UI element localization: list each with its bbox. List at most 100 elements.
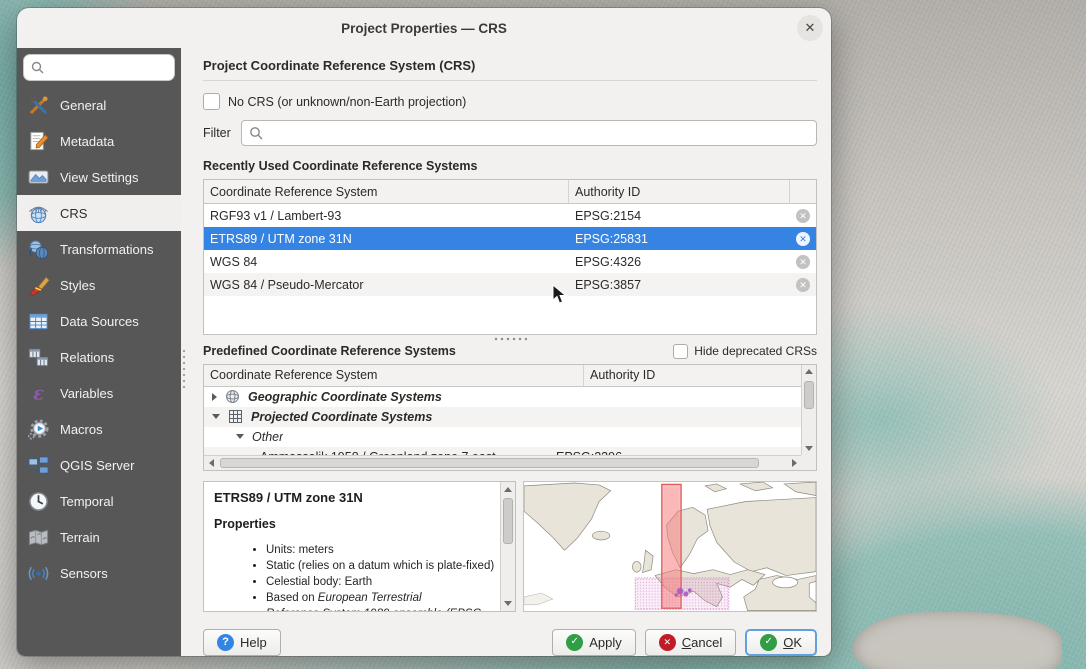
authority-cell: EPSG:25831 [569, 232, 790, 246]
crs-settings-panel: Project Coordinate Reference System (CRS… [181, 48, 831, 656]
sidebar-item-terrain[interactable]: Terrain [17, 519, 181, 555]
apply-button-label: Apply [589, 635, 622, 650]
tree-item-label: Geographic Coordinate Systems [248, 390, 442, 404]
remove-crs-icon[interactable]: ✕ [796, 232, 810, 246]
predefined-table-header[interactable]: Coordinate Reference System Authority ID [204, 365, 801, 387]
project-properties-dialog: Project Properties — CRS ✕ General [17, 8, 831, 656]
crs-extent-map [523, 481, 817, 612]
column-header-authority[interactable]: Authority ID [569, 180, 790, 203]
mouse-cursor [552, 284, 567, 305]
sidebar-item-macros[interactable]: Macros [17, 411, 181, 447]
tools-icon [27, 94, 50, 117]
tree-item-label: Other [252, 430, 283, 444]
svg-text:ε: ε [33, 383, 44, 404]
predefined-crs-title: Predefined Coordinate Reference Systems [203, 344, 456, 358]
column-header-authority[interactable]: Authority ID [584, 365, 801, 386]
sidebar-search-input[interactable] [23, 54, 175, 81]
crs-filter-input[interactable] [241, 120, 817, 146]
remove-crs-icon[interactable]: ✕ [796, 209, 810, 223]
recent-crs-title: Recently Used Coordinate Reference Syste… [203, 159, 817, 173]
sidebar-item-label: Variables [60, 386, 113, 401]
cancel-x-icon: ✕ [659, 634, 676, 651]
column-header-crs-name[interactable]: Coordinate Reference System [204, 365, 584, 386]
no-crs-checkbox[interactable] [203, 93, 220, 110]
scroll-up-button[interactable] [802, 365, 816, 379]
hide-deprecated-checkbox[interactable] [673, 344, 688, 359]
sidebar-item-styles[interactable]: Styles [17, 267, 181, 303]
scroll-left-button[interactable] [204, 456, 218, 470]
scroll-right-button[interactable] [787, 456, 801, 470]
crs-properties-heading: Properties [214, 517, 496, 531]
search-icon [249, 126, 263, 140]
section-splitter[interactable] [203, 335, 817, 344]
recent-table-header[interactable]: Coordinate Reference System Authority ID [204, 180, 816, 204]
tree-item-geographic[interactable]: Geographic Coordinate Systems [204, 387, 801, 407]
sidebar-item-view-settings[interactable]: View Settings [17, 159, 181, 195]
tree-item-other[interactable]: Other [204, 427, 801, 447]
sidebar-item-label: Macros [60, 422, 103, 437]
macros-gear-icon [27, 418, 50, 441]
tree-item-crs-entry[interactable]: Ammassalik 1958 / Greenland zone 7 east … [204, 447, 801, 455]
column-header-crs-name[interactable]: Coordinate Reference System [204, 180, 569, 203]
predefined-crs-table: Coordinate Reference System Authority ID… [203, 364, 817, 471]
scrollbar-thumb[interactable] [503, 498, 513, 544]
sidebar-item-label: QGIS Server [60, 458, 134, 473]
vertical-scrollbar[interactable] [500, 482, 515, 611]
sidebar-item-qgis-server[interactable]: QGIS Server [17, 447, 181, 483]
scroll-down-button[interactable] [501, 597, 515, 611]
table-row[interactable]: WGS 84 / Pseudo-Mercator EPSG:3857 ✕ [204, 273, 816, 296]
crs-details-title: ETRS89 / UTM zone 31N [214, 490, 496, 505]
panel-splitter-handle[interactable] [181, 348, 187, 388]
terrain-map-icon [27, 526, 50, 549]
sidebar-item-crs[interactable]: CRS [17, 195, 181, 231]
scrollbar-thumb[interactable] [220, 458, 759, 468]
tree-item-label: Projected Coordinate Systems [251, 410, 432, 424]
crs-details-panel: ETRS89 / UTM zone 31N Properties Units: … [203, 481, 516, 612]
sidebar-item-sensors[interactable]: Sensors [17, 555, 181, 591]
scroll-up-button[interactable] [501, 482, 515, 496]
apply-button[interactable]: ✓ Apply [552, 629, 636, 656]
arrow-down-icon [504, 601, 512, 606]
table-row[interactable]: WGS 84 EPSG:4326 ✕ [204, 250, 816, 273]
vertical-scrollbar[interactable] [801, 365, 816, 455]
sidebar-item-metadata[interactable]: Metadata [17, 123, 181, 159]
cancel-button-label: Cancel [682, 635, 722, 650]
remove-crs-icon[interactable]: ✕ [796, 278, 810, 292]
authority-cell: EPSG:2154 [569, 209, 790, 223]
crs-name-cell: RGF93 v1 / Lambert-93 [204, 209, 569, 223]
help-button[interactable]: ? Help [203, 629, 281, 656]
expand-arrow-icon[interactable] [212, 393, 217, 401]
collapse-arrow-icon[interactable] [212, 414, 220, 419]
sidebar-item-data-sources[interactable]: Data Sources [17, 303, 181, 339]
column-header-remove[interactable] [790, 180, 816, 203]
arrow-down-icon [805, 446, 813, 451]
sidebar-item-relations[interactable]: Relations [17, 339, 181, 375]
horizontal-scrollbar[interactable] [204, 455, 801, 470]
dialog-titlebar[interactable]: Project Properties — CRS ✕ [17, 8, 831, 48]
table-row-selected[interactable]: ETRS89 / UTM zone 31N EPSG:25831 ✕ [204, 227, 816, 250]
sidebar-item-temporal[interactable]: Temporal [17, 483, 181, 519]
property-item: Celestial body: Earth [266, 575, 496, 590]
close-button[interactable]: ✕ [797, 15, 823, 41]
cancel-button[interactable]: ✕ Cancel [645, 629, 736, 656]
scroll-down-button[interactable] [802, 441, 816, 455]
sidebar-item-variables[interactable]: ε Variables [17, 375, 181, 411]
globe-outline-icon [225, 389, 240, 404]
sensors-signal-icon [27, 562, 50, 585]
splitter-grip-icon [493, 337, 527, 341]
arrow-up-icon [805, 369, 813, 374]
globe-crs-icon [27, 202, 50, 225]
table-row[interactable]: RGF93 v1 / Lambert-93 EPSG:2154 ✕ [204, 204, 816, 227]
ok-button[interactable]: ✓ OK [745, 629, 817, 656]
authority-cell: EPSG:3857 [569, 278, 790, 292]
sidebar-item-general[interactable]: General [17, 87, 181, 123]
sidebar-item-label: Data Sources [60, 314, 139, 329]
collapse-arrow-icon[interactable] [236, 434, 244, 439]
remove-crs-icon[interactable]: ✕ [796, 255, 810, 269]
sidebar-item-transformations[interactable]: Transformations [17, 231, 181, 267]
tree-item-projected[interactable]: Projected Coordinate Systems [204, 407, 801, 427]
temporal-clock-icon [27, 490, 50, 513]
crs-properties-list: Units: meters Static (relies on a datum … [266, 543, 496, 611]
transformations-icon [27, 238, 50, 261]
scrollbar-thumb[interactable] [804, 381, 814, 409]
